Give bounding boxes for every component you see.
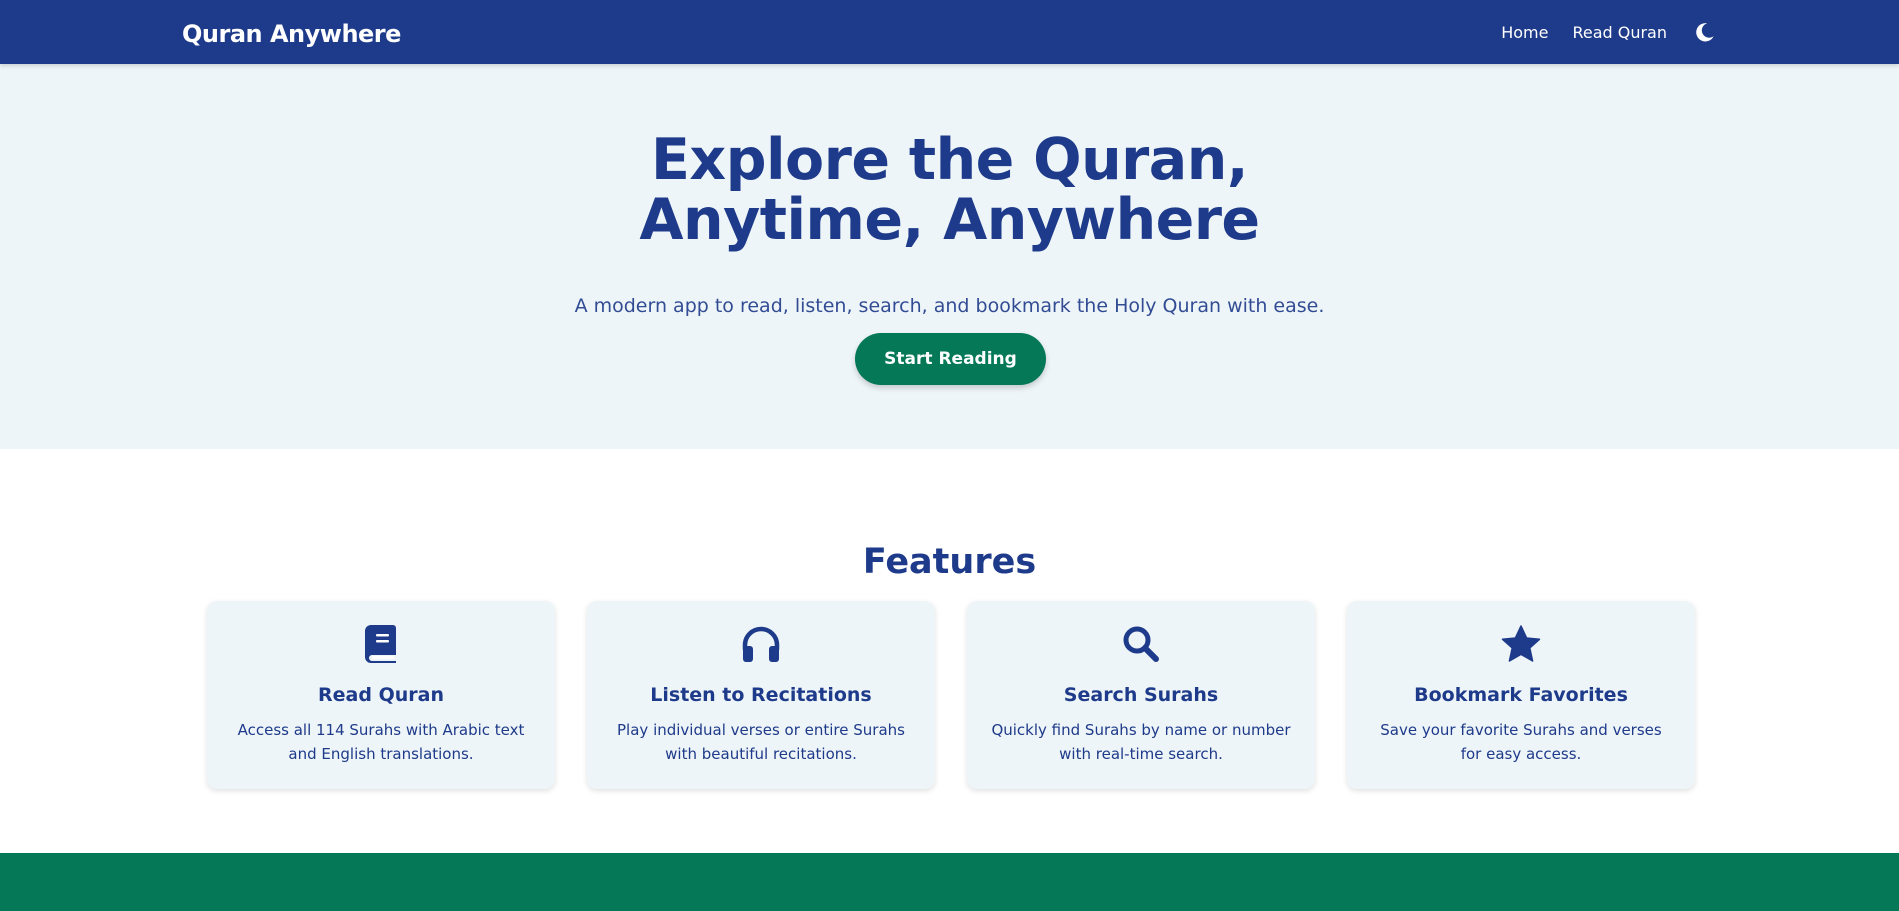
feature-title: Search Surahs bbox=[1063, 684, 1219, 706]
feature-description: Play individual verses or entire Surahs … bbox=[617, 721, 905, 763]
feature-title: Listen to Recitations bbox=[650, 684, 872, 706]
navbar: Quran Anywhere Home Read Quran bbox=[0, 0, 1899, 64]
start-reading-button[interactable]: Start Reading bbox=[855, 333, 1046, 385]
search-icon bbox=[967, 625, 1315, 665]
feature-description: Access all 114 Surahs with Arabic text a… bbox=[237, 721, 525, 763]
headphones-icon bbox=[587, 625, 935, 665]
features-title: Features bbox=[862, 542, 1037, 583]
star-icon bbox=[1347, 625, 1695, 665]
hero-subtitle: A modern app to read, listen, search, an… bbox=[574, 295, 1325, 317]
feature-card-bookmark: Bookmark Favorites Save your favorite Su… bbox=[1347, 601, 1695, 789]
feature-card-listen: Listen to Recitations Play individual ve… bbox=[587, 601, 935, 789]
hero-title: Explore the Quran, Anytime, Anywhere bbox=[639, 127, 1260, 253]
feature-title: Bookmark Favorites bbox=[1414, 684, 1628, 706]
brand-logo[interactable]: Quran Anywhere bbox=[182, 18, 401, 50]
book-icon bbox=[207, 625, 555, 665]
moon-icon[interactable] bbox=[1693, 20, 1717, 44]
feature-card-read-quran: Read Quran Access all 114 Surahs with Ar… bbox=[207, 601, 555, 789]
nav-link-home[interactable]: Home bbox=[1501, 23, 1548, 42]
nav-links: Home Read Quran bbox=[1477, 0, 1717, 64]
features-section: Features Read Quran Access all 114 Surah… bbox=[0, 449, 1899, 853]
feature-title: Read Quran bbox=[318, 684, 444, 706]
feature-card-search: Search Surahs Quickly find Surahs by nam… bbox=[967, 601, 1315, 789]
feature-description: Save your favorite Surahs and verses for… bbox=[1380, 721, 1662, 763]
hero-section: Explore the Quran, Anytime, Anywhere A m… bbox=[0, 64, 1899, 449]
nav-link-read-quran[interactable]: Read Quran bbox=[1572, 23, 1667, 42]
feature-description: Quickly find Surahs by name or number wi… bbox=[991, 721, 1291, 763]
footer bbox=[0, 853, 1899, 911]
